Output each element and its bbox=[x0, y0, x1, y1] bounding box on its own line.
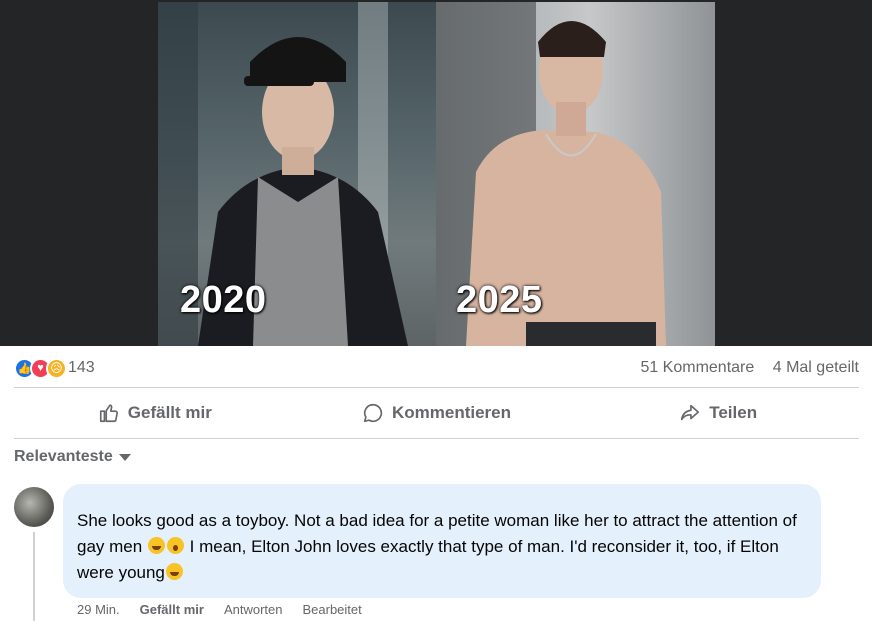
rolling-laughing-emoji-icon bbox=[147, 537, 165, 554]
share-button[interactable]: Teilen bbox=[577, 389, 859, 437]
comment-button-label: Kommentieren bbox=[391, 403, 512, 422]
post-actions: Gefällt mir Kommentieren Teilen bbox=[14, 389, 859, 437]
divider-bottom bbox=[14, 438, 859, 439]
thumbs-up-icon bbox=[99, 404, 118, 423]
comment-icon bbox=[363, 403, 383, 423]
sort-label: Relevanteste bbox=[14, 448, 113, 465]
post-photo[interactable]: 2020 2025 bbox=[158, 2, 715, 346]
post-stats: 👍 ♥ 😥 143 51 Kommentare 4 Mal geteilt bbox=[14, 353, 859, 383]
comment-like-link[interactable]: Gefällt mir bbox=[140, 602, 204, 617]
photo-panel-left: 2020 bbox=[158, 2, 436, 346]
share-button-label: Teilen bbox=[709, 403, 758, 422]
comment-button[interactable]: Kommentieren bbox=[296, 389, 578, 437]
comment-text: She looks good as a toyboy. Not a bad id… bbox=[77, 508, 807, 586]
share-arrow-icon bbox=[681, 404, 700, 421]
comment-edited-label: Bearbeitet bbox=[302, 602, 362, 617]
shocked-face-emoji-icon bbox=[166, 537, 184, 554]
post-media[interactable]: 2020 2025 bbox=[0, 0, 872, 346]
comment-time[interactable]: 29 Min. bbox=[77, 602, 120, 617]
rolling-laughing-emoji-icon-end bbox=[165, 563, 183, 580]
like-button-label: Gefällt mir bbox=[127, 403, 212, 422]
shares-count-link[interactable]: 4 Mal geteilt bbox=[773, 359, 859, 376]
comment-bubble: She looks good as a toyboy. Not a bad id… bbox=[63, 484, 821, 598]
comment-meta: 29 Min. Gefällt mir Antworten Bearbeitet bbox=[77, 602, 382, 617]
photo-panel-right: 2025 bbox=[436, 2, 715, 346]
comments-count-link[interactable]: 51 Kommentare bbox=[640, 359, 754, 376]
comment-sort-dropdown[interactable]: Relevanteste bbox=[14, 448, 131, 466]
year-label-right: 2025 bbox=[456, 279, 543, 321]
divider-top bbox=[14, 387, 859, 388]
thread-line bbox=[33, 532, 35, 621]
comment-author[interactable] bbox=[77, 494, 807, 508]
avatar[interactable] bbox=[14, 487, 54, 527]
like-button[interactable]: Gefällt mir bbox=[14, 389, 296, 437]
year-label-left: 2020 bbox=[180, 279, 267, 321]
reaction-count: 143 bbox=[68, 359, 95, 376]
comment-reply-link[interactable]: Antworten bbox=[224, 602, 283, 617]
reactions-summary[interactable]: 👍 ♥ 😥 143 bbox=[14, 357, 95, 379]
reaction-icons: 👍 ♥ 😥 bbox=[14, 357, 67, 379]
stats-right: 51 Kommentare 4 Mal geteilt bbox=[626, 359, 859, 377]
sad-icon: 😥 bbox=[46, 357, 67, 379]
caret-down-icon bbox=[118, 453, 131, 461]
